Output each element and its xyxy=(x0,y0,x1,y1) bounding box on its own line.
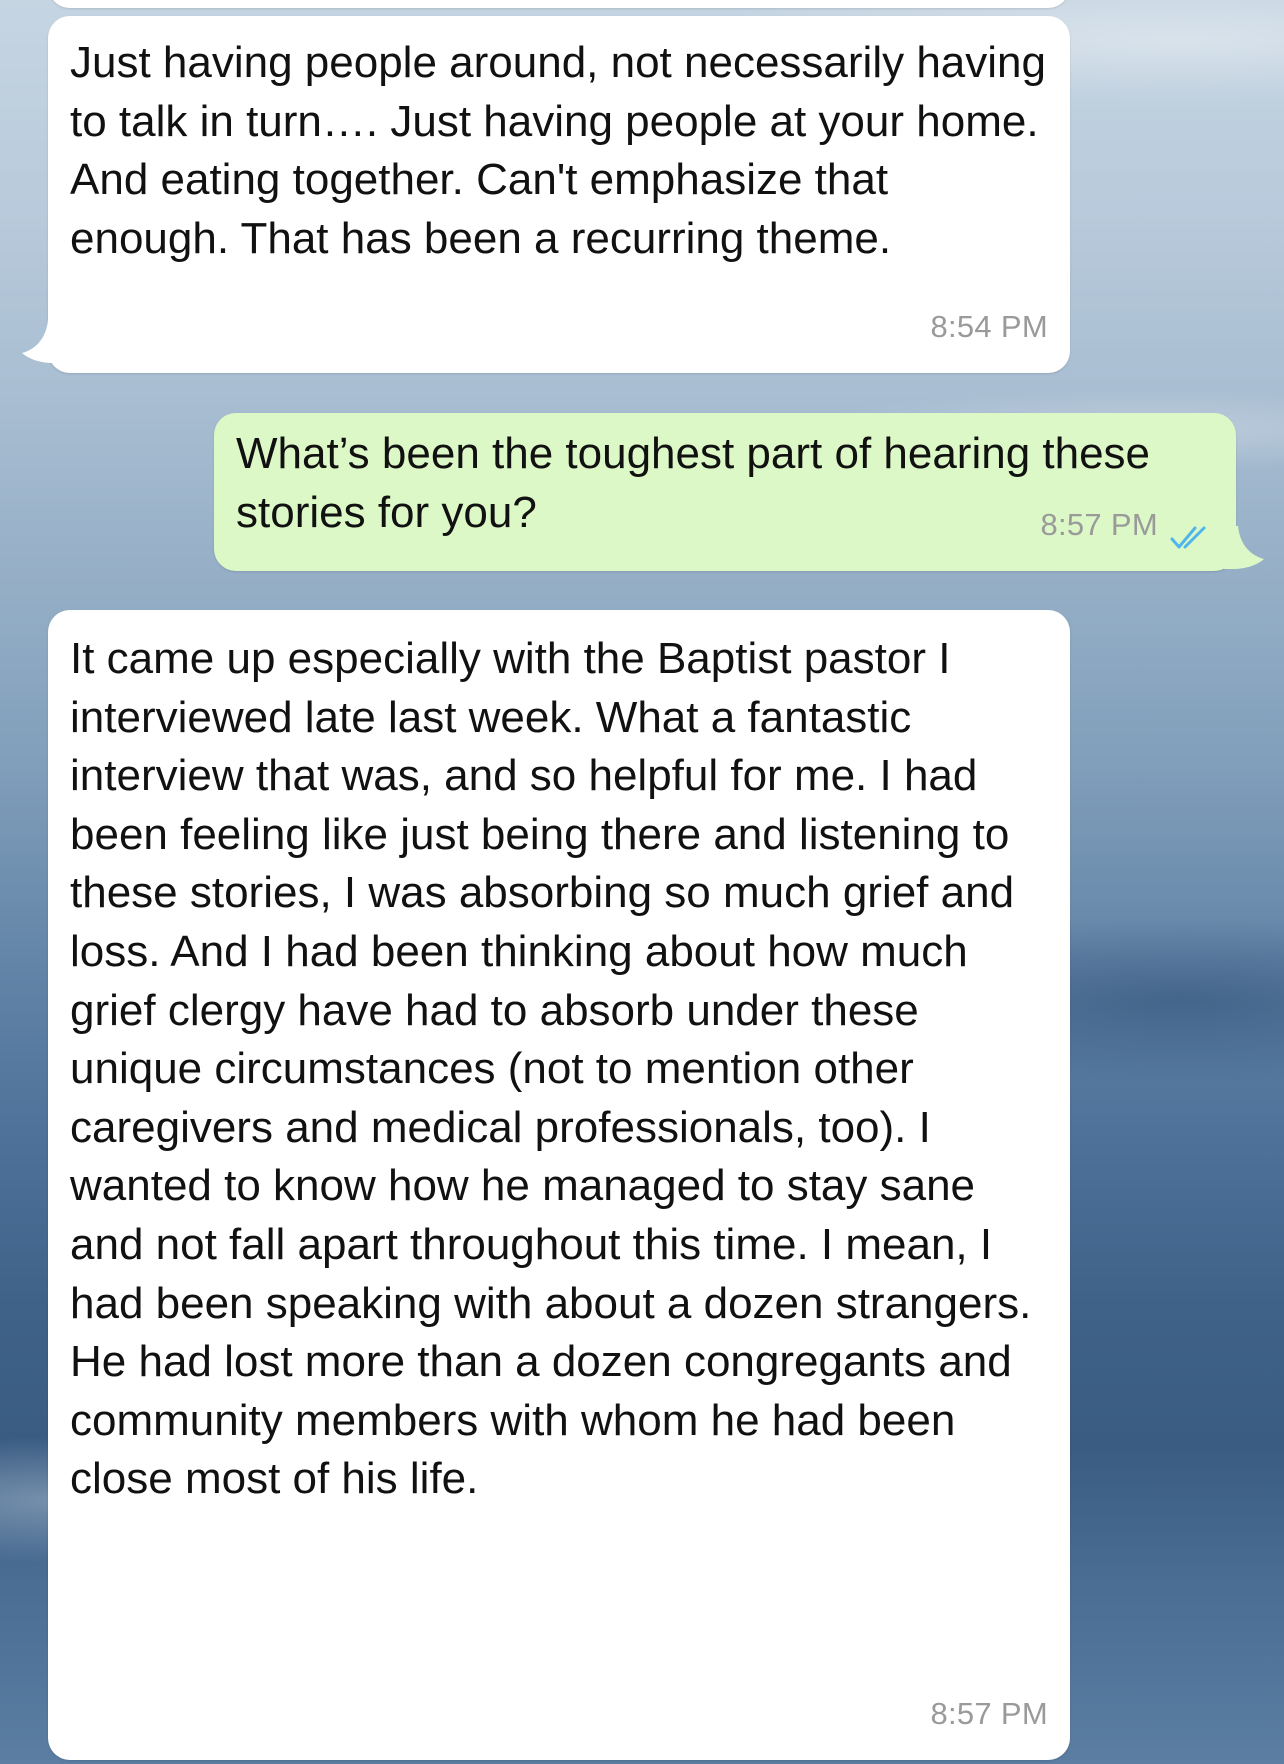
message-text: It came up especially with the Baptist p… xyxy=(70,634,1032,1504)
incoming-message-bubble[interactable]: Just having people around, not necessari… xyxy=(48,16,1070,373)
message-timestamp: 8:57 PM xyxy=(1040,507,1158,543)
outgoing-bubble-tail xyxy=(1224,526,1264,569)
incoming-bubble-tail xyxy=(22,320,62,363)
message-timestamp: 8:54 PM xyxy=(930,309,1048,345)
previous-message-bubble-fragment[interactable] xyxy=(48,0,1070,8)
double-check-read-icon xyxy=(1170,526,1206,549)
incoming-message-bubble[interactable]: It came up especially with the Baptist p… xyxy=(48,610,1070,1760)
outgoing-message-bubble[interactable]: What’s been the toughest part of hearing… xyxy=(214,413,1236,571)
message-text: Just having people around, not necessari… xyxy=(70,38,1046,263)
message-timestamp: 8:57 PM xyxy=(930,1696,1048,1732)
